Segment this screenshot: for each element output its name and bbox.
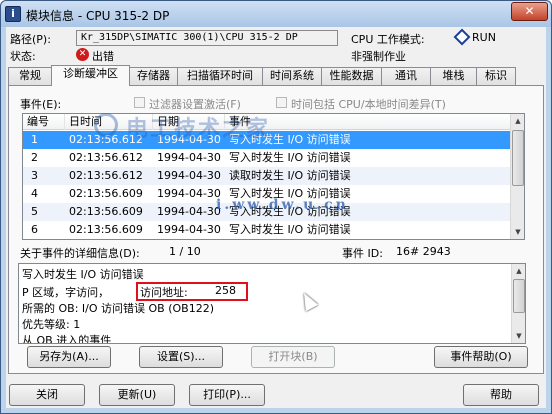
close-window-button[interactable]: ✕ <box>511 2 548 21</box>
scroll-thumb[interactable] <box>513 279 525 313</box>
event-rows: 1 02:13:56.612 1994-04-30 写入时发生 I/O 访问错误… <box>23 131 511 239</box>
event-help-button[interactable]: 事件帮助(O) <box>434 346 528 368</box>
details-scrollbar[interactable]: ▲ ▼ <box>511 264 525 343</box>
print-button[interactable]: 打印(P)... <box>189 384 265 406</box>
row-number: 5 <box>31 205 38 218</box>
cpu-mode-value: RUN <box>472 31 496 44</box>
error-icon: ✕ <box>76 48 89 61</box>
path-label: 路径(P): <box>10 33 51 46</box>
detail-line-5: 从 OB 进入的事件 <box>22 334 112 344</box>
row-date: 1994-04-30 <box>157 187 221 200</box>
row-date: 1994-04-30 <box>157 223 221 236</box>
filter-checkbox[interactable] <box>134 97 145 108</box>
scroll-up-icon[interactable]: ▲ <box>513 264 525 278</box>
event-id-label: 事件 ID: <box>342 247 383 260</box>
row-time: 02:13:56.609 <box>69 223 143 236</box>
filter-label: 过滤器设置激活(F) <box>149 98 241 111</box>
force-status: 非强制作业 <box>351 50 406 63</box>
event-list-scrollbar[interactable]: ▲ ▼ <box>510 114 524 239</box>
run-icon <box>453 28 471 46</box>
help-button[interactable]: 帮助 <box>463 384 539 406</box>
row-time: 02:13:56.609 <box>69 205 143 218</box>
window-title: 模块信息 - CPU 315-2 DP <box>26 9 170 23</box>
row-number: 3 <box>31 169 38 182</box>
row-event: 写入时发生 I/O 访问错误 <box>229 223 351 236</box>
close-button[interactable]: 关闭 <box>9 384 85 406</box>
scroll-up-icon[interactable]: ▲ <box>512 114 524 128</box>
scroll-thumb[interactable] <box>512 130 524 186</box>
tab-scan-cycle-time[interactable]: 扫描循环时间 <box>177 67 263 85</box>
tab-general[interactable]: 常规 <box>8 67 52 85</box>
table-row[interactable]: 2 02:13:56.612 1994-04-30 写入时发生 I/O 访问错误 <box>23 149 511 167</box>
row-date: 1994-04-30 <box>157 169 221 182</box>
status-label: 状态: <box>10 50 36 63</box>
module-info-window: i 模块信息 - CPU 315-2 DP ✕ 路径(P): Kr_315DP\… <box>0 0 552 414</box>
highlight-box <box>136 282 248 301</box>
row-date: 1994-04-30 <box>157 205 221 218</box>
watermark-text: 电工技术之家 <box>126 117 271 142</box>
table-row[interactable]: 6 02:13:56.609 1994-04-30 写入时发生 I/O 访问错误 <box>23 221 511 239</box>
tab-memory[interactable]: 存储器 <box>129 67 178 85</box>
row-time: 02:13:56.612 <box>69 151 143 164</box>
refresh-button[interactable]: 更新(U) <box>99 384 175 406</box>
row-number: 2 <box>31 151 38 164</box>
details-counter: 1 / 10 <box>169 245 201 258</box>
open-block-button[interactable]: 打开块(B) <box>251 346 335 368</box>
row-time: 02:13:56.609 <box>69 187 143 200</box>
tab-identification[interactable]: 标识 <box>476 67 516 85</box>
tab-diagnostic-buffer[interactable]: 诊断缓冲区 <box>51 65 130 86</box>
event-details-box[interactable]: 写入时发生 I/O 访问错误 P 区域，字访问， 访问地址: 258 所需的 O… <box>18 263 526 344</box>
save-as-button[interactable]: 另存为(A)... <box>27 346 111 368</box>
row-number: 4 <box>31 187 38 200</box>
watermark-url: i.ww.dw.u.cn <box>216 197 349 213</box>
row-date: 1994-04-30 <box>157 151 221 164</box>
title-bar[interactable]: i 模块信息 - CPU 315-2 DP ✕ <box>1 1 551 27</box>
cpu-mode-label: CPU 工作模式: <box>351 33 425 46</box>
detail-line-3: 所需的 OB: I/O 访问错误 OB (OB122) <box>22 302 214 315</box>
dialog-body: 路径(P): Kr_315DP\SIMATIC 300(1)\CPU 315-2… <box>6 27 546 408</box>
detail-line-1: 写入时发生 I/O 访问错误 <box>22 268 144 281</box>
events-label: 事件(E): <box>20 98 62 111</box>
settings-button[interactable]: 设置(S)... <box>139 346 223 368</box>
row-number: 6 <box>31 223 38 236</box>
tab-time-system[interactable]: 时间系统 <box>262 67 322 85</box>
timezone-label: 时间包括 CPU/本地时间差异(T) <box>291 98 446 111</box>
tab-performance-data[interactable]: 性能数据 <box>321 67 382 85</box>
detail-line-4: 优先等级: 1 <box>22 318 81 331</box>
row-time: 02:13:56.612 <box>69 169 143 182</box>
row-number: 1 <box>31 133 38 146</box>
watermark-logo-icon <box>94 113 118 137</box>
timezone-checkbox[interactable] <box>276 97 287 108</box>
scroll-down-icon[interactable]: ▼ <box>512 225 524 239</box>
info-icon: i <box>5 6 21 22</box>
table-row[interactable]: 3 02:13:56.612 1994-04-30 读取时发生 I/O 访问错误 <box>23 167 511 185</box>
row-event: 写入时发生 I/O 访问错误 <box>229 151 351 164</box>
tab-stacks[interactable]: 堆栈 <box>430 67 477 85</box>
detail-line-2a: P 区域，字访问， <box>22 286 110 299</box>
tab-strip: 常规 诊断缓冲区 存储器 扫描循环时间 时间系统 性能数据 通讯 堆栈 标识 <box>8 65 544 86</box>
tab-communication[interactable]: 通讯 <box>381 67 431 85</box>
details-title: 关于事件的详细信息(D): <box>20 247 140 260</box>
row-event: 读取时发生 I/O 访问错误 <box>229 169 351 182</box>
col-number[interactable]: 编号 <box>23 114 65 130</box>
scroll-down-icon[interactable]: ▼ <box>513 329 525 343</box>
status-value: 出错 <box>92 50 114 63</box>
event-id-value: 16# 2943 <box>396 245 451 258</box>
path-field: Kr_315DP\SIMATIC 300(1)\CPU 315-2 DP <box>76 30 338 46</box>
